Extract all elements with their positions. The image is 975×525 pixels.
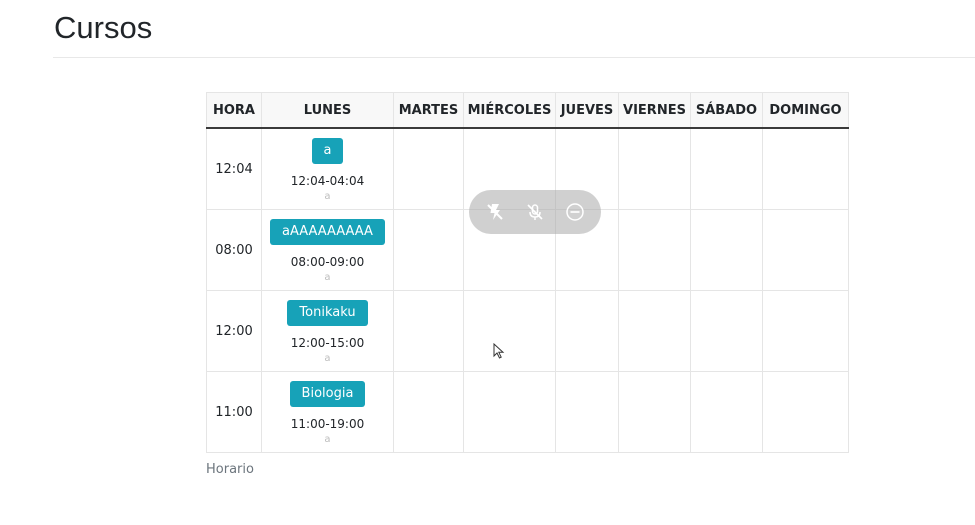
flash-off-icon[interactable] (484, 201, 506, 223)
saturday-cell (690, 209, 763, 291)
monday-cell: Biologia 11:00-19:00 a (261, 371, 394, 453)
table-row: 12:00 Tonikaku 12:00-15:00 a (206, 290, 849, 372)
page-title: Cursos (54, 10, 153, 45)
wednesday-cell (463, 290, 556, 372)
column-header-viernes: VIERNES (618, 92, 691, 129)
thursday-cell (555, 371, 619, 453)
tuesday-cell (393, 127, 464, 210)
time-cell: 11:00 (206, 371, 262, 453)
course-subtitle: a (324, 272, 331, 283)
mic-off-icon[interactable] (524, 201, 546, 223)
time-cell: 08:00 (206, 209, 262, 291)
schedule-table-wrapper: HORA LUNES MARTES MIÉRCOLES JUEVES VIERN… (206, 92, 849, 453)
course-button[interactable]: aAAAAAAAAA (270, 219, 385, 245)
time-cell: 12:00 (206, 290, 262, 372)
column-header-lunes: LUNES (261, 92, 394, 129)
monday-cell: a 12:04-04:04 a (261, 127, 394, 210)
sunday-cell (762, 209, 849, 291)
table-row: 11:00 Biologia 11:00-19:00 a (206, 371, 849, 453)
course-subtitle: a (324, 353, 331, 364)
course-time-range: 11:00-19:00 (290, 417, 365, 431)
monday-cell: aAAAAAAAAA 08:00-09:00 a (261, 209, 394, 291)
column-header-hora: HORA (206, 92, 262, 129)
course-time-range: 12:00-15:00 (290, 336, 365, 350)
saturday-cell (690, 371, 763, 453)
friday-cell (618, 371, 691, 453)
course-button[interactable]: Tonikaku (287, 300, 368, 326)
column-header-martes: MARTES (393, 92, 464, 129)
course-button[interactable]: a (311, 138, 344, 164)
thursday-cell (555, 290, 619, 372)
schedule-header-row: HORA LUNES MARTES MIÉRCOLES JUEVES VIERN… (206, 92, 849, 129)
course-subtitle: a (324, 191, 331, 202)
course-subtitle: a (324, 434, 331, 445)
friday-cell (618, 290, 691, 372)
column-header-jueves: JUEVES (555, 92, 619, 129)
tuesday-cell (393, 290, 464, 372)
monday-cell: Tonikaku 12:00-15:00 a (261, 290, 394, 372)
wednesday-cell (463, 371, 556, 453)
friday-cell (618, 209, 691, 291)
course-time-range: 12:04-04:04 (290, 174, 365, 188)
column-header-domingo: DOMINGO (762, 92, 849, 129)
saturday-cell (690, 290, 763, 372)
sunday-cell (762, 290, 849, 372)
minus-circle-icon[interactable] (564, 201, 586, 223)
tuesday-cell (393, 371, 464, 453)
course-button[interactable]: Biologia (289, 381, 366, 407)
friday-cell (618, 127, 691, 210)
saturday-cell (690, 127, 763, 210)
media-controls-overlay (469, 190, 601, 234)
column-header-miercoles: MIÉRCOLES (463, 92, 556, 129)
course-time-range: 08:00-09:00 (290, 255, 365, 269)
column-header-sabado: SÁBADO (690, 92, 763, 129)
title-divider (53, 57, 975, 58)
mouse-cursor-icon (493, 343, 505, 359)
tuesday-cell (393, 209, 464, 291)
table-caption: Horario (206, 462, 254, 477)
time-cell: 12:04 (206, 127, 262, 210)
sunday-cell (762, 127, 849, 210)
schedule-table: HORA LUNES MARTES MIÉRCOLES JUEVES VIERN… (206, 92, 849, 453)
sunday-cell (762, 371, 849, 453)
